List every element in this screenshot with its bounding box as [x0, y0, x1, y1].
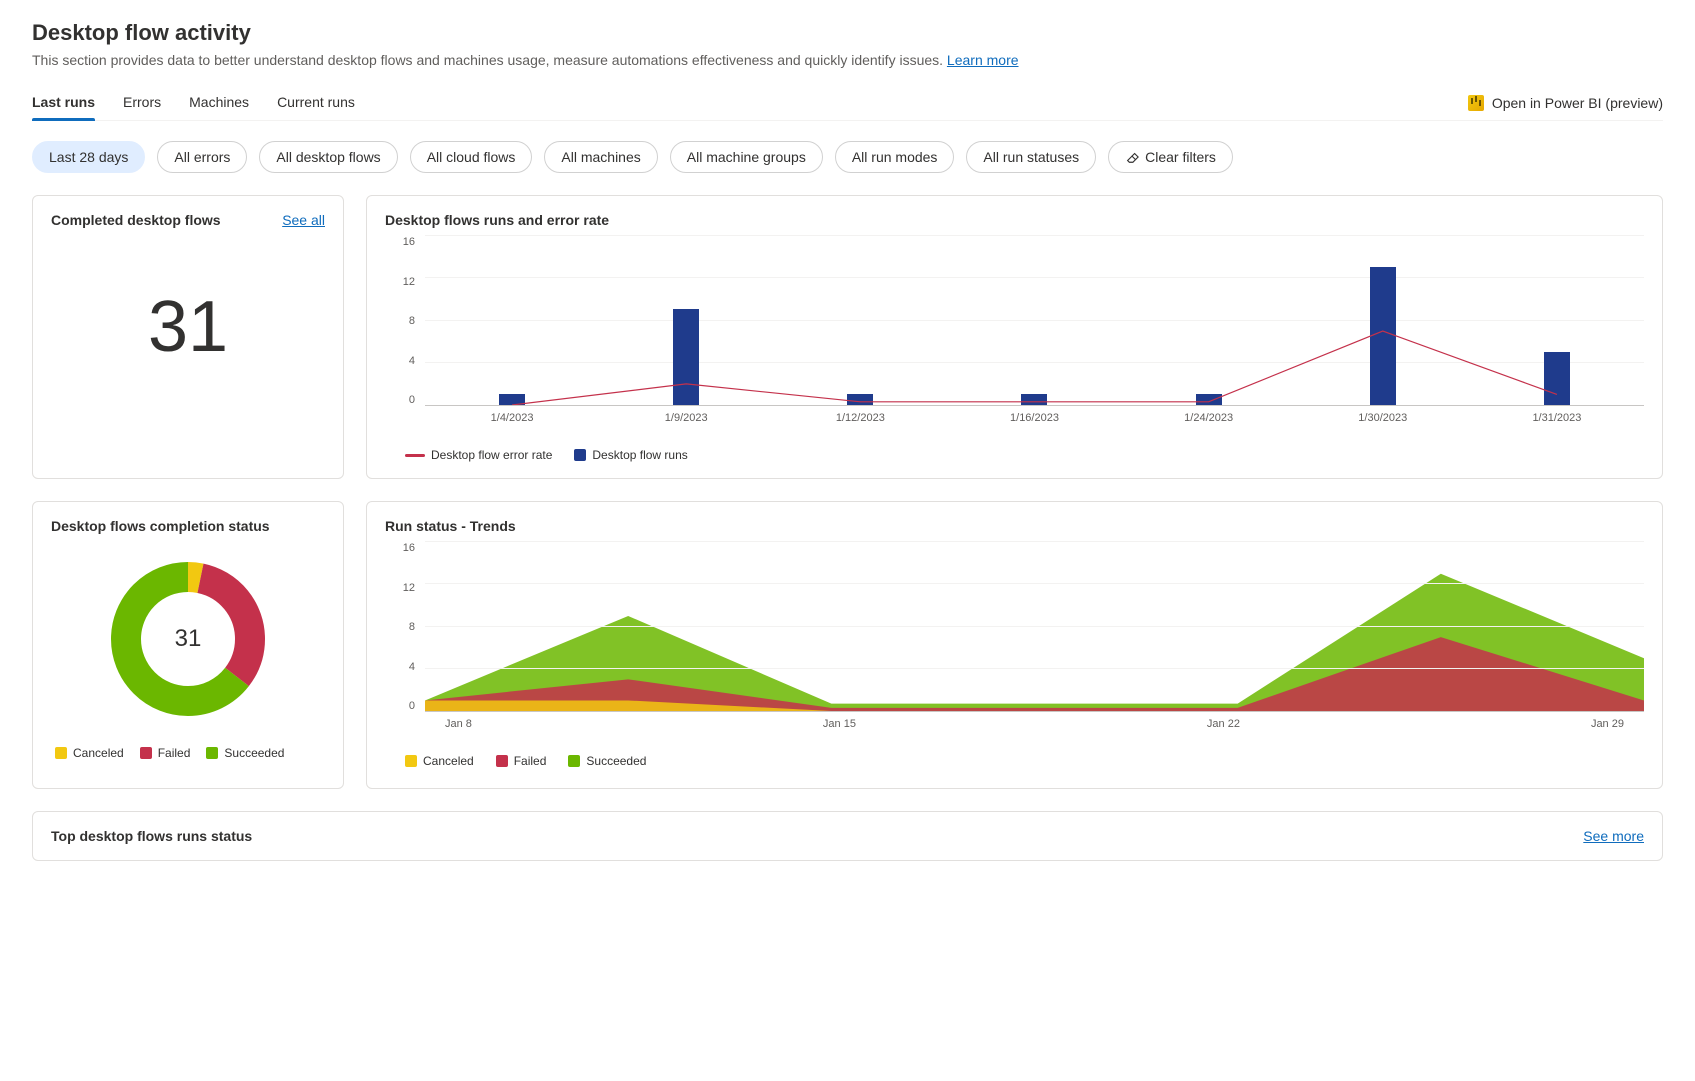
filter-run-statuses[interactable]: All run statuses — [966, 141, 1096, 173]
open-powerbi-button[interactable]: Open in Power BI (preview) — [1468, 95, 1663, 111]
trends-plot — [425, 542, 1644, 712]
trends-card: Run status - Trends 1612840 Jan 8Jan 15J… — [366, 501, 1663, 789]
donut-center-label: 31 — [103, 554, 273, 724]
completed-flows-card: Completed desktop flows See all 31 — [32, 195, 344, 479]
page-description: This section provides data to better und… — [32, 52, 1663, 68]
tab-errors[interactable]: Errors — [123, 86, 161, 120]
top-runs-card: Top desktop flows runs status See more — [32, 811, 1663, 861]
page-title: Desktop flow activity — [32, 20, 1663, 46]
tab-current-runs[interactable]: Current runs — [277, 86, 355, 120]
completion-donut: 31 — [103, 554, 273, 724]
trends-title: Run status - Trends — [385, 518, 516, 534]
learn-more-link[interactable]: Learn more — [947, 52, 1019, 68]
powerbi-icon — [1468, 95, 1484, 111]
tab-bar: Last runs Errors Machines Current runs — [32, 86, 1468, 120]
runs-error-yaxis: 1612840 — [385, 236, 421, 406]
trends-legend: CanceledFailedSucceeded — [405, 754, 1644, 768]
tab-last-runs[interactable]: Last runs — [32, 86, 95, 120]
trends-yaxis: 1612840 — [385, 542, 421, 712]
runs-error-plot — [425, 236, 1644, 406]
runs-error-title: Desktop flows runs and error rate — [385, 212, 609, 228]
trends-xaxis: Jan 8Jan 15Jan 22Jan 29 — [425, 712, 1644, 730]
clear-filters-button[interactable]: Clear filters — [1108, 141, 1233, 173]
filter-run-modes[interactable]: All run modes — [835, 141, 955, 173]
see-all-link[interactable]: See all — [282, 212, 325, 228]
runs-error-xaxis: 1/4/20231/9/20231/12/20231/16/20231/24/2… — [425, 406, 1644, 424]
filter-cloud-flows[interactable]: All cloud flows — [410, 141, 533, 173]
filter-desktop-flows[interactable]: All desktop flows — [259, 141, 397, 173]
filter-time-range[interactable]: Last 28 days — [32, 141, 145, 173]
completion-status-card: Desktop flows completion status 31 Cance… — [32, 501, 344, 789]
eraser-icon — [1125, 150, 1139, 164]
runs-error-legend: Desktop flow error rate Desktop flow run… — [405, 448, 1644, 462]
filter-bar: Last 28 days All errors All desktop flow… — [32, 141, 1663, 173]
see-more-link[interactable]: See more — [1583, 828, 1644, 844]
filter-errors[interactable]: All errors — [157, 141, 247, 173]
runs-error-card: Desktop flows runs and error rate 161284… — [366, 195, 1663, 479]
tab-machines[interactable]: Machines — [189, 86, 249, 120]
completion-legend: CanceledFailedSucceeded — [51, 746, 325, 760]
completed-count: 31 — [51, 236, 325, 428]
completion-status-title: Desktop flows completion status — [51, 518, 270, 534]
filter-machines[interactable]: All machines — [544, 141, 657, 173]
filter-machine-groups[interactable]: All machine groups — [670, 141, 823, 173]
top-runs-title: Top desktop flows runs status — [51, 828, 252, 844]
completed-flows-title: Completed desktop flows — [51, 212, 221, 228]
